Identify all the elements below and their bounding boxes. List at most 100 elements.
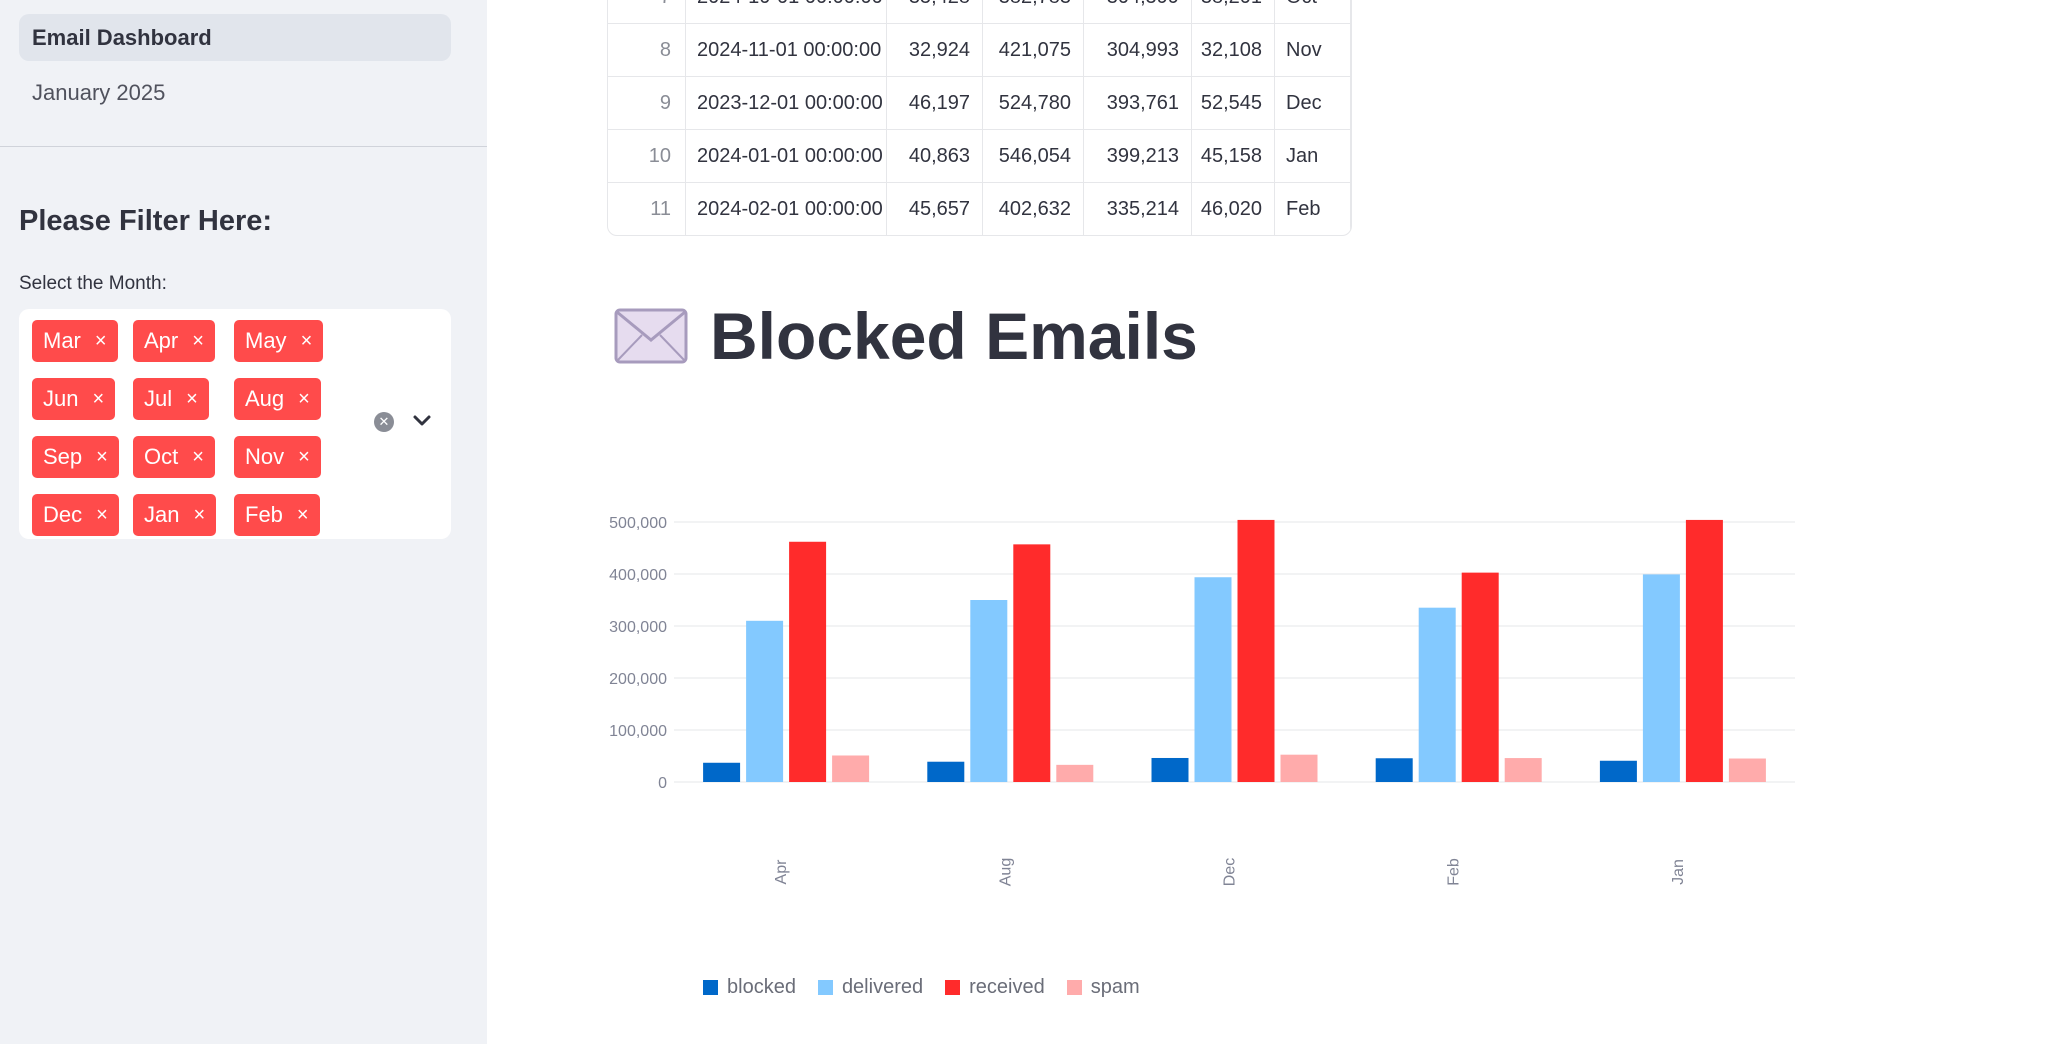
- x-tick-label: Dec: [1222, 858, 1239, 886]
- legend-item-delivered[interactable]: delivered: [817, 976, 924, 999]
- table-cell-delivered[interactable]: 304,599: [1084, 0, 1192, 23]
- table-row[interactable]: 8 2024-11-01 00:00:00 32,924 421,075 304,993…: [608, 24, 1351, 77]
- legend-item-spam[interactable]: spam: [1066, 976, 1140, 999]
- remove-tag-icon[interactable]: ×: [92, 388, 104, 411]
- table-cell-blocked[interactable]: 46,197: [887, 77, 983, 129]
- remove-tag-icon[interactable]: ×: [298, 446, 310, 469]
- page-title-text: Blocked Emails: [710, 299, 1198, 373]
- nav-item-email-dashboard[interactable]: Email Dashboard: [19, 14, 451, 61]
- legend-swatch: [817, 980, 833, 995]
- bar-spam: [1504, 758, 1542, 782]
- remove-tag-icon[interactable]: ×: [193, 504, 205, 527]
- month-tag-label: Aug: [245, 386, 285, 411]
- table-cell-date[interactable]: 2024-02-01 00:00:00: [686, 183, 887, 235]
- month-tag: May ×: [234, 320, 324, 362]
- y-tick-label: 100,000: [609, 723, 667, 740]
- table-cell-month[interactable]: Oct: [1275, 0, 1351, 23]
- table-cell-delivered[interactable]: 393,761: [1084, 77, 1192, 129]
- remove-tag-icon[interactable]: ×: [95, 330, 107, 353]
- bar-received: [1685, 519, 1723, 782]
- table-cell-month[interactable]: Nov: [1275, 24, 1351, 76]
- table-cell-blocked[interactable]: 40,863: [887, 130, 983, 182]
- data-table[interactable]: 72024-10-01 00:00:0035,428382,783304,599…: [607, 0, 1352, 236]
- month-tag: Jun ×: [32, 378, 116, 420]
- month-tag-label: May: [245, 328, 287, 353]
- table-cell-received[interactable]: 402,632: [983, 183, 1084, 235]
- table-cell-blocked[interactable]: 35,428: [887, 0, 983, 23]
- month-tag-label: Feb: [245, 502, 283, 527]
- remove-tag-icon[interactable]: ×: [192, 446, 204, 469]
- table-row[interactable]: 11 2024-02-01 00:00:00 45,657 402,632 335,21…: [608, 183, 1351, 235]
- table-cell-index[interactable]: 9: [608, 77, 686, 129]
- month-tag: Aug ×: [234, 378, 321, 420]
- remove-tag-icon[interactable]: ×: [96, 504, 108, 527]
- month-multiselect[interactable]: ✕ Mar × Apr × May × Jun × Jul × Aug × Sep × Oct × Nov × De…: [19, 309, 451, 539]
- remove-tag-icon[interactable]: ×: [297, 504, 309, 527]
- bar-delivered: [1194, 577, 1232, 782]
- table-cell-received[interactable]: 524,780: [983, 77, 1084, 129]
- table-cell-spam[interactable]: 45,158: [1192, 130, 1275, 182]
- legend-item-blocked[interactable]: blocked: [703, 976, 796, 999]
- sidebar-divider: [0, 146, 487, 147]
- remove-tag-icon[interactable]: ×: [192, 330, 204, 353]
- table-cell-month[interactable]: Jan: [1275, 130, 1351, 182]
- month-tag-label: Jan: [144, 502, 180, 527]
- x-tick-label: Aug: [997, 858, 1014, 886]
- table-cell-month[interactable]: Feb: [1275, 183, 1351, 235]
- nav-item-january-2025[interactable]: January 2025: [19, 69, 451, 116]
- remove-tag-icon[interactable]: ×: [301, 330, 313, 353]
- month-tag: Jul ×: [133, 378, 209, 420]
- table-cell-spam[interactable]: 46,020: [1192, 183, 1275, 235]
- table-cell-date[interactable]: 2024-10-01 00:00:00: [686, 0, 887, 23]
- bar-received: [789, 541, 827, 782]
- chevron-down-icon[interactable]: [410, 408, 434, 432]
- bar-blocked: [1151, 757, 1189, 782]
- table-cell-spam[interactable]: 38,201: [1192, 0, 1275, 23]
- sidebar: Email Dashboard January 2025 Please Filt…: [0, 0, 487, 1044]
- bar-spam: [832, 755, 870, 782]
- bar-delivered: [746, 620, 784, 782]
- month-tag-label: Jul: [144, 386, 173, 411]
- table-cell-month[interactable]: Dec: [1275, 77, 1351, 129]
- y-tick-label: 300,000: [609, 619, 667, 636]
- x-tick-label: Feb: [1446, 858, 1463, 886]
- month-tag-label: Mar: [43, 328, 81, 353]
- page-title: Blocked Emails: [614, 298, 1198, 374]
- month-tag-label: Apr: [144, 328, 179, 353]
- table-cell-index[interactable]: 7: [608, 0, 686, 23]
- bar-spam: [1056, 764, 1094, 782]
- legend-label: delivered: [841, 976, 924, 998]
- table-row[interactable]: 10 2024-01-01 00:00:00 40,863 546,054 399,21…: [608, 130, 1351, 183]
- bar-chart: 0 100,000 200,000 300,000 400,000 500,000 Apr A…: [609, 515, 1795, 886]
- remove-tag-icon[interactable]: ×: [186, 388, 198, 411]
- table-cell-index[interactable]: 10: [608, 130, 686, 182]
- table-cell-date[interactable]: 2024-11-01 00:00:00: [686, 24, 887, 76]
- table-cell-spam[interactable]: 52,545: [1192, 77, 1275, 129]
- legend-item-received[interactable]: received: [945, 976, 1045, 999]
- table-cell-received[interactable]: 421,075: [983, 24, 1084, 76]
- remove-tag-icon[interactable]: ×: [298, 388, 310, 411]
- table-cell-received[interactable]: 546,054: [983, 130, 1084, 182]
- table-cell-received[interactable]: 382,783: [983, 0, 1084, 23]
- table-row[interactable]: 9 2023-12-01 00:00:00 46,197 524,780 393,761…: [608, 77, 1351, 130]
- month-select-label: Select the Month:: [19, 273, 167, 294]
- month-tag-label: Nov: [245, 444, 285, 469]
- month-tag: Dec ×: [32, 494, 119, 536]
- table-cell-delivered[interactable]: 335,214: [1084, 183, 1192, 235]
- table-row[interactable]: 72024-10-01 00:00:0035,428382,783304,599…: [608, 0, 1351, 24]
- table-cell-date[interactable]: 2024-01-01 00:00:00: [686, 130, 887, 182]
- remove-tag-icon[interactable]: ×: [96, 446, 108, 469]
- bar-spam: [1280, 754, 1318, 782]
- table-cell-delivered[interactable]: 304,993: [1084, 24, 1192, 76]
- table-cell-delivered[interactable]: 399,213: [1084, 130, 1192, 182]
- table-cell-index[interactable]: 11: [608, 183, 686, 235]
- month-tag-label: Sep: [43, 444, 83, 469]
- table-cell-index[interactable]: 8: [608, 24, 686, 76]
- table-cell-blocked[interactable]: 32,924: [887, 24, 983, 76]
- table-cell-date[interactable]: 2023-12-01 00:00:00: [686, 77, 887, 129]
- bar-received: [1013, 544, 1051, 782]
- table-cell-blocked[interactable]: 45,657: [887, 183, 983, 235]
- legend-swatch: [703, 980, 718, 995]
- table-cell-spam[interactable]: 32,108: [1192, 24, 1275, 76]
- clear-circle-icon[interactable]: ✕: [374, 412, 394, 432]
